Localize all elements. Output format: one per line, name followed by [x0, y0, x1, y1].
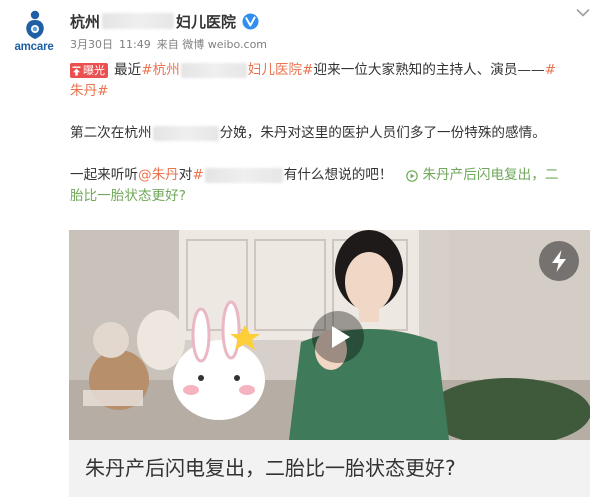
topic-tag-start[interactable]: #杭州: [141, 60, 180, 81]
account-name-prefix: 杭州: [70, 12, 101, 31]
account-name-suffix: 妇儿医院: [176, 12, 237, 31]
post-l4-a: 一起来听听: [70, 167, 138, 183]
post-meta: 3月30日 11:49 来自 微博 weibo.com: [70, 36, 273, 52]
account-name[interactable]: 杭州 妇儿医院: [70, 10, 259, 32]
redacted-text: [180, 63, 247, 78]
post-l1-text: 迎来一位大家熟知的主持人、演员——: [313, 62, 545, 78]
post-l4-b: 对: [178, 167, 193, 183]
video-thumbnail[interactable]: [69, 230, 590, 440]
topic-hash-open[interactable]: #: [545, 60, 556, 81]
post-line-3: 第二次在杭州 分娩，朱丹对这里的医护人员们多了一份特殊的感情。: [70, 123, 590, 144]
post-text: 曝光 最近 #杭州 妇儿医院# 迎来一位大家熟知的主持人、演员—— # 朱丹# …: [70, 60, 590, 207]
redacted-text: [102, 13, 175, 29]
chevron-down-icon[interactable]: [576, 8, 590, 18]
mention-zhudan[interactable]: @朱丹: [138, 165, 179, 186]
exposure-badge-label: 曝光: [83, 64, 105, 77]
lightning-icon[interactable]: [538, 240, 580, 282]
topic-hash[interactable]: #: [192, 165, 203, 186]
avatar-brand-text: amcare: [14, 41, 54, 53]
redacted-text: [152, 126, 219, 141]
video-link-cont[interactable]: 胎比一胎状态更好?: [70, 186, 186, 207]
video-caption[interactable]: 朱丹产后闪电复出，二胎比一胎状态更好?: [69, 440, 590, 497]
video-link-icon: [406, 169, 419, 182]
verified-icon: [242, 13, 259, 29]
redacted-text: [204, 168, 283, 183]
play-icon[interactable]: [311, 310, 365, 364]
exposure-badge[interactable]: 曝光: [70, 63, 108, 78]
post-source[interactable]: 来自 微博 weibo.com: [157, 38, 267, 51]
post-time[interactable]: 11:49: [119, 38, 151, 51]
post-date[interactable]: 3月30日: [70, 38, 113, 51]
video-card[interactable]: 朱丹产后闪电复出，二胎比一胎状态更好?: [69, 230, 590, 497]
post-l4-c: 有什么想说的吧！: [283, 167, 393, 183]
post-line-5: 胎比一胎状态更好?: [70, 186, 590, 207]
post-line-1: 曝光 最近 #杭州 妇儿医院# 迎来一位大家熟知的主持人、演员—— #: [70, 60, 590, 81]
topic-tag-end[interactable]: 妇儿医院#: [248, 60, 314, 81]
post-l3-b: 分娩，朱丹对这里的医护人员们多了一份特殊的感情。: [219, 125, 546, 141]
post-line-4: 一起来听听 @朱丹 对 # 有什么想说的吧！ 朱丹产后闪电复出，二: [70, 165, 590, 186]
post-l3-a: 第二次在杭州: [70, 125, 152, 141]
post-line-2: 朱丹#: [70, 81, 590, 102]
topic-tag-zhudan[interactable]: 朱丹#: [70, 81, 109, 102]
post-l1-lead: 最近: [114, 62, 142, 78]
amcare-logo-icon: [26, 10, 44, 39]
exposure-icon: [72, 66, 81, 75]
video-link[interactable]: 朱丹产后闪电复出，二: [422, 165, 558, 186]
avatar[interactable]: amcare: [8, 6, 60, 58]
